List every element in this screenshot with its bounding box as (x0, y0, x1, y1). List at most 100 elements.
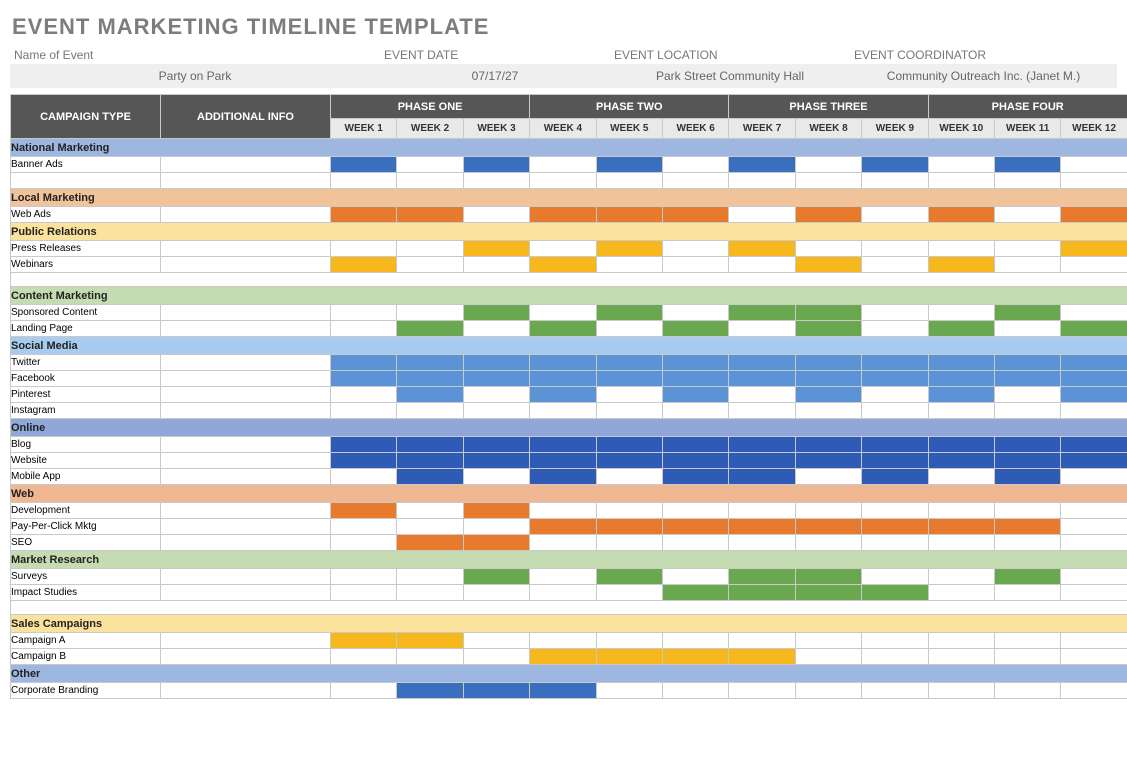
week-cell[interactable] (530, 257, 596, 273)
week-cell[interactable] (1061, 469, 1127, 485)
week-cell[interactable] (331, 207, 397, 223)
week-cell[interactable] (795, 585, 861, 601)
row-info[interactable] (161, 569, 331, 585)
week-cell[interactable] (1061, 305, 1127, 321)
week-cell[interactable] (596, 257, 662, 273)
week-cell[interactable] (795, 519, 861, 535)
row-info[interactable] (161, 321, 331, 337)
week-cell[interactable] (662, 503, 728, 519)
week-cell[interactable] (928, 519, 994, 535)
week-cell[interactable] (995, 683, 1061, 699)
week-cell[interactable] (662, 241, 728, 257)
meta-date-value[interactable]: 07/17/27 (380, 64, 610, 88)
week-cell[interactable] (331, 503, 397, 519)
week-cell[interactable] (729, 585, 795, 601)
week-cell[interactable] (530, 453, 596, 469)
week-cell[interactable] (331, 469, 397, 485)
week-cell[interactable] (729, 569, 795, 585)
row-info[interactable] (161, 257, 331, 273)
week-cell[interactable] (995, 585, 1061, 601)
week-cell[interactable] (995, 633, 1061, 649)
week-cell[interactable] (662, 207, 728, 223)
week-cell[interactable] (530, 535, 596, 551)
row-info[interactable] (161, 469, 331, 485)
week-cell[interactable] (928, 403, 994, 419)
week-cell[interactable] (1061, 207, 1127, 223)
week-cell[interactable] (1061, 157, 1127, 173)
week-cell[interactable] (862, 585, 928, 601)
week-cell[interactable] (331, 241, 397, 257)
week-cell[interactable] (1061, 649, 1127, 665)
week-cell[interactable] (397, 569, 463, 585)
week-cell[interactable] (397, 355, 463, 371)
week-cell[interactable] (862, 649, 928, 665)
week-cell[interactable] (397, 437, 463, 453)
week-cell[interactable] (530, 387, 596, 403)
week-cell[interactable] (662, 469, 728, 485)
week-cell[interactable] (995, 569, 1061, 585)
row-label[interactable] (11, 173, 161, 189)
week-cell[interactable] (995, 649, 1061, 665)
row-label[interactable]: Press Releases (11, 241, 161, 257)
week-cell[interactable] (463, 207, 529, 223)
week-cell[interactable] (729, 241, 795, 257)
row-label[interactable]: Webinars (11, 257, 161, 273)
row-info[interactable] (161, 633, 331, 649)
week-cell[interactable] (1061, 321, 1127, 337)
week-cell[interactable] (530, 437, 596, 453)
week-cell[interactable] (397, 649, 463, 665)
week-cell[interactable] (596, 355, 662, 371)
week-cell[interactable] (1061, 371, 1127, 387)
week-cell[interactable] (928, 355, 994, 371)
week-cell[interactable] (928, 157, 994, 173)
row-info[interactable] (161, 535, 331, 551)
week-cell[interactable] (463, 321, 529, 337)
week-cell[interactable] (795, 305, 861, 321)
week-cell[interactable] (862, 355, 928, 371)
week-cell[interactable] (729, 683, 795, 699)
week-cell[interactable] (596, 469, 662, 485)
week-cell[interactable] (1061, 633, 1127, 649)
week-cell[interactable] (397, 453, 463, 469)
week-cell[interactable] (795, 469, 861, 485)
week-cell[interactable] (795, 569, 861, 585)
row-label[interactable]: Campaign A (11, 633, 161, 649)
row-info[interactable] (161, 453, 331, 469)
week-cell[interactable] (928, 469, 994, 485)
week-cell[interactable] (331, 305, 397, 321)
week-cell[interactable] (729, 321, 795, 337)
week-cell[interactable] (662, 305, 728, 321)
week-cell[interactable] (928, 569, 994, 585)
row-label[interactable]: Mobile App (11, 469, 161, 485)
week-cell[interactable] (596, 535, 662, 551)
week-cell[interactable] (463, 569, 529, 585)
week-cell[interactable] (729, 519, 795, 535)
week-cell[interactable] (463, 387, 529, 403)
week-cell[interactable] (862, 535, 928, 551)
week-cell[interactable] (1061, 535, 1127, 551)
row-info[interactable] (161, 241, 331, 257)
week-cell[interactable] (530, 469, 596, 485)
week-cell[interactable] (729, 257, 795, 273)
week-cell[interactable] (530, 683, 596, 699)
meta-coord-value[interactable]: Community Outreach Inc. (Janet M.) (850, 64, 1117, 88)
week-cell[interactable] (928, 453, 994, 469)
week-cell[interactable] (463, 305, 529, 321)
week-cell[interactable] (928, 503, 994, 519)
week-cell[interactable] (795, 649, 861, 665)
week-cell[interactable] (397, 257, 463, 273)
week-cell[interactable] (331, 387, 397, 403)
week-cell[interactable] (1061, 403, 1127, 419)
week-cell[interactable] (862, 453, 928, 469)
row-label[interactable]: Web Ads (11, 207, 161, 223)
week-cell[interactable] (862, 371, 928, 387)
week-cell[interactable] (463, 403, 529, 419)
week-cell[interactable] (729, 387, 795, 403)
row-label[interactable]: Surveys (11, 569, 161, 585)
week-cell[interactable] (596, 453, 662, 469)
week-cell[interactable] (928, 321, 994, 337)
week-cell[interactable] (397, 519, 463, 535)
week-cell[interactable] (729, 535, 795, 551)
week-cell[interactable] (530, 173, 596, 189)
row-info[interactable] (161, 649, 331, 665)
